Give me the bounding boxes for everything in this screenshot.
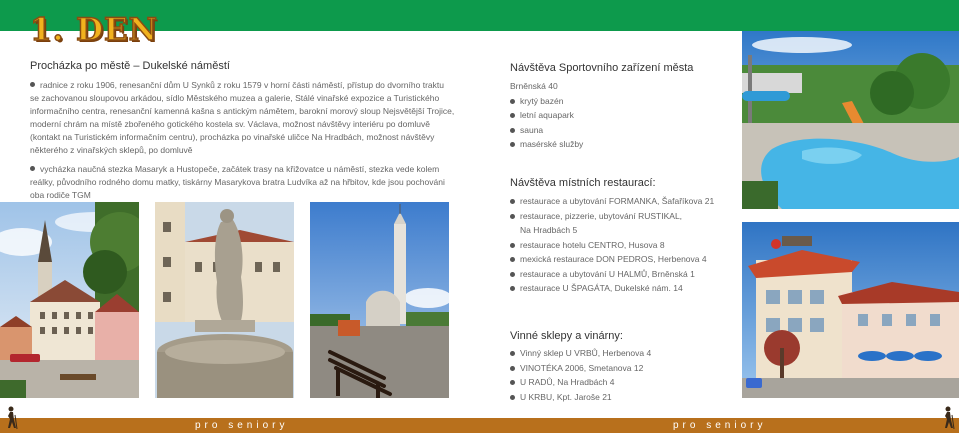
restaurants-list: restaurace a ubytování FORMANKA, Šafařík…	[510, 194, 730, 296]
walk-paragraph-1: radnice z roku 1906, renesanční dům U Sy…	[30, 79, 455, 157]
list-item: krytý bazén	[510, 94, 730, 109]
page-heading: 1. DEN	[29, 12, 159, 48]
restaurants-section: Návštěva místních restaurací: restaurace…	[510, 176, 730, 296]
list-item: restaurace a ubytování FORMANKA, Šafařík…	[510, 194, 730, 209]
list-item: U RADŮ, Na Hradbách 4	[510, 375, 730, 390]
walking-senior-icon	[945, 406, 955, 430]
bullet-icon	[30, 82, 35, 87]
footer-left-text: pro seniory	[195, 420, 289, 431]
list-item: restaurace hotelu CENTRO, Husova 8	[510, 238, 730, 253]
walk-text-1: radnice z roku 1906, renesanční dům U Sy…	[30, 80, 455, 155]
sport-section: Návštěva Sportovního zařízení města Brně…	[510, 61, 730, 152]
list-item: U KRBU, Kpt. Jaroše 21	[510, 390, 730, 405]
wine-section: Vinné sklepy a vinárny: Vinný sklep U VR…	[510, 329, 730, 404]
list-item: restaurace a ubytování U HALMŮ, Brněnská…	[510, 267, 730, 282]
walking-senior-icon	[8, 406, 18, 430]
bottom-brown-bar	[0, 418, 959, 433]
list-item: mexická restaurace DON PEDROS, Herbenova…	[510, 252, 730, 267]
footer-right-text: pro seniory	[673, 420, 767, 431]
list-item: masérské služby	[510, 137, 730, 152]
list-item: restaurace, pizzerie, ubytování RUSTIKAL…	[510, 209, 730, 238]
walk-title: Procházka po městě – Dukelské náměstí	[30, 60, 230, 72]
photo-town-hall	[0, 202, 139, 398]
photo-fountain	[155, 202, 294, 398]
sport-address: Brněnská 40	[510, 81, 558, 91]
left-text-block: Procházka po městě – Dukelské náměstí ra…	[30, 59, 455, 202]
wine-list: Vinný sklep U VRBŮ, Herbenova 4 VINOTÉKA…	[510, 346, 730, 404]
restaurants-title: Návštěva místních restaurací:	[510, 177, 656, 189]
restaurant-address: Na Hradbách 5	[520, 225, 578, 235]
list-item: VINOTÉKA 2006, Smetanova 12	[510, 361, 730, 376]
restaurant-name: restaurace, pizzerie, ubytování RUSTIKAL…	[520, 210, 683, 221]
photo-church-bench	[310, 202, 449, 398]
sport-title: Návštěva Sportovního zařízení města	[510, 62, 694, 74]
list-item: restaurace U ŠPAGÁTA, Dukelské nám. 14	[510, 281, 730, 296]
list-item: letní aquapark	[510, 108, 730, 123]
list-item: sauna	[510, 123, 730, 138]
walk-paragraph-2: vycházka naučná stezka Masaryk a Hustope…	[30, 163, 455, 202]
photo-hotel	[742, 222, 959, 398]
photo-aquapark	[742, 31, 959, 209]
bullet-icon	[30, 166, 35, 171]
list-item: Vinný sklep U VRBŮ, Herbenova 4	[510, 346, 730, 361]
walk-text-2: vycházka naučná stezka Masaryk a Hustope…	[30, 164, 445, 200]
wine-title: Vinné sklepy a vinárny:	[510, 330, 623, 342]
sport-list: krytý bazén letní aquapark sauna masérsk…	[510, 94, 730, 152]
